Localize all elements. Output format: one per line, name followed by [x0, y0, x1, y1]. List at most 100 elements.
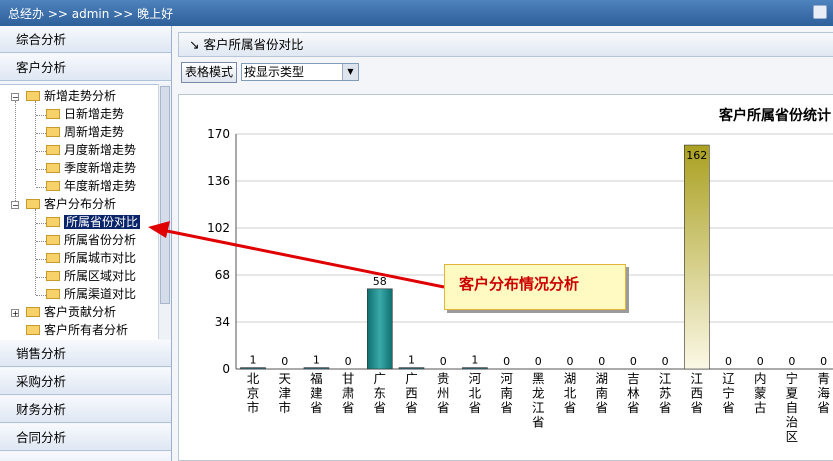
- folder-icon: [46, 235, 60, 245]
- sidebar-section-label: 综合分析: [16, 32, 67, 47]
- sidebar-section-overview[interactable]: 综合分析: [0, 26, 171, 53]
- customer-analysis-tree: − 新增走势分析 日新增走势 周新增走势 月度新增走势 季度新增走势 年度新增走…: [0, 84, 158, 341]
- folder-open-icon: [26, 91, 40, 101]
- bar-value-label: 0: [598, 355, 605, 368]
- folder-icon: [46, 163, 60, 173]
- collapse-toggle-icon[interactable]: −: [11, 201, 19, 210]
- tree-node-yearly-trend[interactable]: 年度新增走势: [46, 178, 136, 195]
- bar-value-label: 1: [250, 354, 257, 367]
- tree-node-city-compare[interactable]: 所属城市对比: [46, 250, 136, 267]
- collapse-toggle-icon[interactable]: −: [11, 93, 19, 102]
- sidebar-section-contract[interactable]: 合同分析: [0, 424, 171, 451]
- bar-value-label: 0: [630, 355, 637, 368]
- folder-icon: [46, 181, 60, 191]
- dropdown-arrow-icon[interactable]: ▼: [342, 64, 358, 80]
- chart-bar: [683, 144, 710, 370]
- sidebar-section-customer[interactable]: 客户分析: [0, 54, 171, 81]
- bar-value-label: 0: [345, 355, 352, 368]
- x-category-label: 甘肃省: [342, 371, 355, 415]
- x-category-label: 北京市: [247, 371, 260, 415]
- sidebar-section-sales[interactable]: 销售分析: [0, 340, 171, 367]
- tree-node-weekly-trend[interactable]: 周新增走势: [46, 124, 124, 141]
- annotation-callout: 客户分布情况分析: [444, 264, 626, 310]
- folder-icon: [26, 325, 40, 335]
- tree-node-quarterly-trend[interactable]: 季度新增走势: [46, 160, 136, 177]
- bar-value-label: 1: [471, 354, 478, 367]
- sidebar-section-label: 销售分析: [16, 346, 67, 361]
- display-type-select[interactable]: 按显示类型 ▼: [241, 63, 359, 81]
- y-tick-label: 34: [215, 315, 230, 329]
- bar-value-label: 58: [373, 275, 387, 288]
- chart-bar: [398, 367, 425, 370]
- tree-node-province-compare[interactable]: 所属省份对比: [46, 214, 141, 231]
- folder-icon: [46, 253, 60, 263]
- app-header: 总经办 >> admin >> 晚上好: [0, 0, 833, 26]
- panel-toolbar: 表格模式 按显示类型 ▼: [178, 60, 833, 86]
- chart-title: 客户所属省份统计: [718, 107, 831, 124]
- bar-value-label: 0: [725, 355, 732, 368]
- bar-value-label: 0: [788, 355, 795, 368]
- chart-bar: [303, 367, 330, 370]
- folder-icon: [46, 127, 60, 137]
- sidebar: 综合分析 客户分析 − 新增走势分析 日新增走势 周新增走势 月度新增走势 季度…: [0, 26, 172, 461]
- bar-value-label: 0: [440, 355, 447, 368]
- x-category-label: 湖北省: [564, 371, 577, 415]
- tree-node-province-analysis[interactable]: 所属省份分析: [46, 232, 136, 249]
- folder-icon: [46, 217, 60, 227]
- y-tick-label: 68: [215, 268, 230, 282]
- sidebar-section-more[interactable]: [0, 452, 171, 461]
- tree-node-monthly-trend[interactable]: 月度新增走势: [46, 142, 136, 159]
- bar-value-label: 1: [408, 354, 415, 367]
- sidebar-section-label: 合同分析: [16, 430, 67, 445]
- x-category-label: 福建省: [310, 371, 323, 415]
- x-category-label: 广东省: [374, 371, 387, 415]
- table-mode-button[interactable]: 表格模式: [181, 62, 238, 83]
- bar-value-label: 0: [567, 355, 574, 368]
- bar-value-label: 0: [662, 355, 669, 368]
- x-category-label: 湖南省: [595, 371, 608, 415]
- bar-value-label: 0: [820, 355, 827, 368]
- chart-bar: [367, 288, 393, 370]
- folder-icon: [46, 271, 60, 281]
- x-category-label: 贵州省: [437, 371, 450, 415]
- sidebar-section-finance[interactable]: 财务分析: [0, 396, 171, 423]
- scrollbar-thumb[interactable]: [160, 86, 170, 304]
- x-category-label: 青海省: [817, 371, 830, 415]
- tree-node-distribution[interactable]: 客户分布分析: [26, 196, 116, 213]
- chart-bar: [240, 367, 266, 370]
- sidebar-section-purchase[interactable]: 采购分析: [0, 368, 171, 395]
- tree-node-region-compare[interactable]: 所属区域对比: [46, 268, 136, 285]
- x-category-label: 河北省: [469, 371, 482, 415]
- folder-icon: [46, 289, 60, 299]
- tree-scrollbar[interactable]: [158, 84, 171, 339]
- sidebar-section-label: 财务分析: [16, 402, 67, 417]
- panel-header: ↘ 客户所属省份对比: [178, 32, 833, 57]
- folder-icon: [46, 145, 60, 155]
- bar-value-label: 0: [503, 355, 510, 368]
- y-tick-label: 102: [207, 221, 230, 235]
- folder-open-icon: [26, 199, 40, 209]
- sidebar-section-label: 客户分析: [16, 60, 67, 75]
- expand-toggle-icon[interactable]: +: [11, 309, 19, 318]
- callout-text: 客户分布情况分析: [459, 275, 580, 293]
- sidebar-section-label: 采购分析: [16, 374, 67, 389]
- folder-icon: [46, 109, 60, 119]
- tree-node-owner-analysis[interactable]: 客户所有者分析: [26, 322, 128, 339]
- tree-node-daily-trend[interactable]: 日新增走势: [46, 106, 124, 123]
- y-tick-label: 136: [207, 174, 230, 188]
- breadcrumb: 总经办 >> admin >> 晚上好: [8, 7, 174, 21]
- tree-node-growth-trend[interactable]: 新增走势分析: [26, 88, 116, 105]
- tree-node-contribution[interactable]: 客户贡献分析: [26, 304, 116, 321]
- y-tick-label: 0: [222, 362, 230, 376]
- folder-icon: [26, 307, 40, 317]
- bar-value-label: 0: [281, 355, 288, 368]
- chart-bar: [462, 367, 488, 370]
- tree-node-channel-compare[interactable]: 所属渠道对比: [46, 286, 136, 303]
- collapse-arrow-icon[interactable]: ↘: [189, 37, 199, 52]
- y-tick-label: 170: [207, 127, 230, 141]
- x-category-label: 辽宁省: [722, 371, 735, 415]
- window-control-icon[interactable]: [813, 5, 827, 19]
- x-category-label: 广西省: [405, 371, 418, 415]
- x-category-label: 吉林省: [627, 371, 640, 415]
- bar-value-label: 0: [535, 355, 542, 368]
